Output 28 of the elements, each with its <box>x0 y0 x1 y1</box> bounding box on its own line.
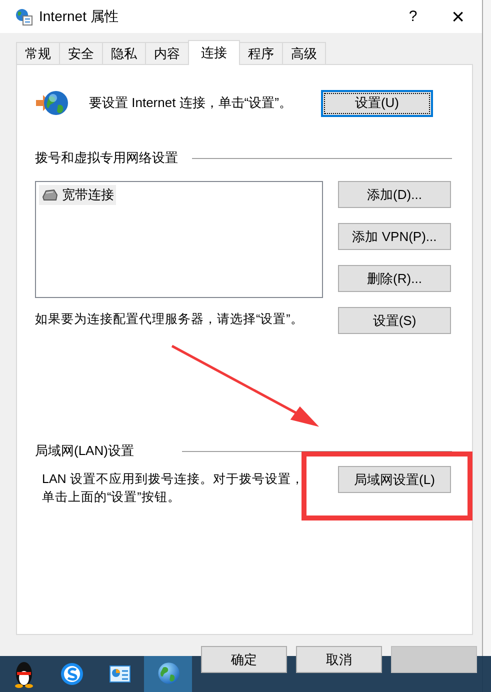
globe-icon <box>15 8 33 26</box>
close-button[interactable]: × <box>448 4 468 30</box>
remove-button[interactable]: 删除(R)... <box>338 265 451 292</box>
tab[interactable]: 常规 <box>16 42 60 64</box>
proxy-note: 如果要为连接配置代理服务器，请选择“设置”。 <box>35 311 304 328</box>
lan-note: LAN 设置不应用到拨号连接。对于拨号设置，单击上面的“设置”按钮。 <box>42 471 304 506</box>
ok-button[interactable]: 确定 <box>201 646 287 673</box>
connection-list[interactable]: 宽带连接 <box>35 181 323 298</box>
globe-arrow-icon <box>35 88 69 118</box>
setup-button[interactable]: 设置(U) <box>321 90 433 116</box>
browser-icon <box>60 662 84 686</box>
section-heading: 拨号和虚拟专用网络设置 <box>35 149 178 167</box>
help-button[interactable]: ? <box>403 8 423 25</box>
setup-text: 要设置 Internet 连接，单击“设置”。 <box>89 94 293 112</box>
cancel-button[interactable]: 取消 <box>296 646 382 673</box>
add-button[interactable]: 添加(D)... <box>338 181 451 208</box>
connection-item[interactable]: 宽带连接 <box>39 185 116 205</box>
control-panel-icon <box>109 665 131 683</box>
lan-settings-button[interactable]: 局域网设置(L) <box>338 466 451 493</box>
settings-button[interactable]: 设置(S) <box>338 307 451 334</box>
section-heading: 局域网(LAN)设置 <box>35 442 134 460</box>
penguin-icon <box>13 660 35 688</box>
tab[interactable]: 连接 <box>188 40 240 65</box>
window-title: Internet 属性 <box>39 8 118 26</box>
tab[interactable]: 高级 <box>282 42 326 64</box>
connection-name: 宽带连接 <box>62 186 114 204</box>
add-vpn-button[interactable]: 添加 VPN(P)... <box>338 223 451 250</box>
modem-icon <box>41 188 59 202</box>
